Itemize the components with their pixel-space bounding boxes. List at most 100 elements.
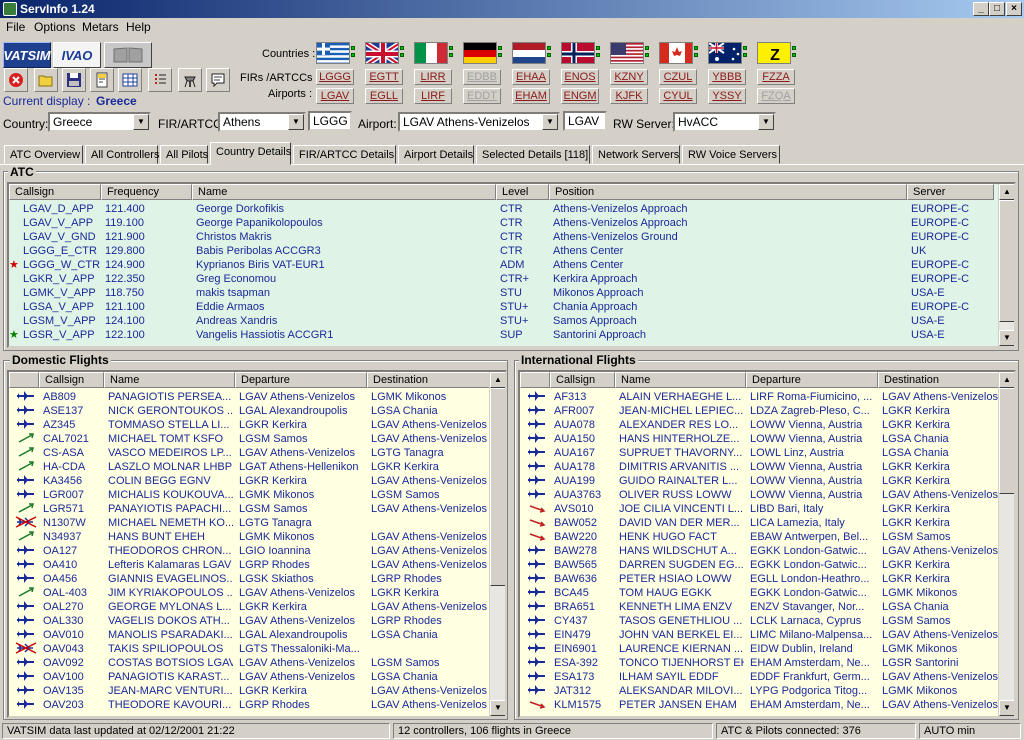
airport-button-engm[interactable]: ENGM: [561, 88, 599, 104]
international-header-icon[interactable]: [520, 372, 550, 388]
airport-button-eddt[interactable]: EDDT: [463, 88, 501, 104]
fir-button-enos[interactable]: ENOS: [561, 69, 599, 85]
international-row[interactable]: BAW278 HANS WILDSCHUT A... EGKK London-Gat…: [520, 544, 1000, 558]
flag-norway-icon[interactable]: [561, 42, 595, 64]
atc-row[interactable]: ★ LGSR_V_APP 122.100 Vangelis Hassiotis ACC…: [9, 328, 999, 342]
tab-network-servers[interactable]: Network Servers: [592, 145, 680, 164]
fir-button-egtt[interactable]: EGTT: [365, 69, 403, 85]
international-header-callsign[interactable]: Callsign: [550, 372, 615, 388]
book-button[interactable]: [104, 42, 152, 68]
domestic-row[interactable]: HA-CDA LASZLO MOLNAR LHBP LGAT Athens-Hell…: [9, 460, 489, 474]
domestic-row[interactable]: OAV135 JEAN-MARC VENTURI... LGKR Kerkira LG…: [9, 684, 489, 698]
atc-row[interactable]: LGAV_V_GND 121.900 Christos Makris CTR Athen…: [9, 230, 999, 244]
international-row[interactable]: AUA3763 OLIVER RUSS LOWW LOWW Vienna, Aust…: [520, 488, 1000, 502]
tab-airport-details[interactable]: Airport Details: [398, 145, 474, 164]
flag-canada-icon[interactable]: [659, 42, 693, 64]
international-row[interactable]: BAW636 PETER HSIAO LOWW EGLL London-Heathr…: [520, 572, 1000, 586]
open-button[interactable]: [34, 68, 58, 92]
domestic-row[interactable]: N34937 HANS BUNT EHEH LGMK Mikonos LGAV Ath…: [9, 530, 489, 544]
atc-row[interactable]: ★ LGGG_W_CTR 124.900 Kyprianos Biris VAT-EU…: [9, 258, 999, 272]
menu-options[interactable]: Options: [34, 20, 75, 34]
airport-select[interactable]: LGAV Athens-Venizelos ▼: [398, 112, 560, 132]
domestic-row[interactable]: CAL7021 MICHAEL TOMT KSFO LGSM Samos LGAV A…: [9, 432, 489, 446]
domestic-row[interactable]: OA410 Lefteris Kalamaras LGAV LGRP Rhodes L…: [9, 558, 489, 572]
chevron-down-icon[interactable]: ▼: [133, 114, 149, 130]
domestic-header-destination[interactable]: Destination: [367, 372, 491, 388]
scroll-down-arrow-icon[interactable]: ▼: [999, 700, 1014, 716]
domestic-row[interactable]: OAL-403 JIM KYRIAKOPOULOS ... LGAV Athens-…: [9, 586, 489, 600]
flag-usa-icon[interactable]: [610, 42, 644, 64]
atc-header-name[interactable]: Name: [192, 184, 496, 200]
maximize-button[interactable]: □: [989, 2, 1005, 16]
international-header-destination[interactable]: Destination: [878, 372, 1002, 388]
international-row[interactable]: AFR007 JEAN-MICHEL LEPIEC... LDZA Zagreb-P…: [520, 404, 1000, 418]
rw-server-select[interactable]: HvACC ▼: [673, 112, 776, 132]
airport-button-fzqa[interactable]: FZQA: [757, 88, 795, 104]
tab-selected-details-118[interactable]: Selected Details [118]: [476, 145, 590, 164]
tab-country-details[interactable]: Country Details: [210, 142, 291, 165]
domestic-row[interactable]: LGR571 PANAYIOTIS PAPACHI... LGSM Samos LGA…: [9, 502, 489, 516]
chevron-down-icon[interactable]: ▼: [288, 114, 304, 130]
domestic-header-icon[interactable]: [9, 372, 39, 388]
atc-row[interactable]: LGMK_V_APP 118.750 makis tsapman STU Mikonos…: [9, 286, 999, 300]
domestic-header-callsign[interactable]: Callsign: [39, 372, 104, 388]
airport-button-egll[interactable]: EGLL: [365, 88, 403, 104]
domestic-row[interactable]: AZ345 TOMMASO STELLA LI... LGKR Kerkira LGA…: [9, 418, 489, 432]
atc-header-server[interactable]: Server: [907, 184, 994, 200]
airport-button-eham[interactable]: EHAM: [512, 88, 550, 104]
international-row[interactable]: BAW052 DAVID VAN DER MER... LICA Lamezia, …: [520, 516, 1000, 530]
grid-button[interactable]: [118, 68, 142, 92]
international-row[interactable]: AUA078 ALEXANDER RES LO... LOWW Vienna, Au…: [520, 418, 1000, 432]
menu-file[interactable]: File: [6, 20, 25, 34]
atc-row[interactable]: LGSA_V_APP 121.100 Eddie Armaos STU+ Chania …: [9, 300, 999, 314]
domestic-row[interactable]: ASE137 NICK GERONTOUKOS ... LGAL Alexandro…: [9, 404, 489, 418]
tab-atc-overview[interactable]: ATC Overview: [4, 145, 83, 164]
airport-button-yssy[interactable]: YSSY: [708, 88, 746, 104]
domestic-row[interactable]: OAL330 VAGELIS DOKOS ATH... LGAV Athens-Ve…: [9, 614, 489, 628]
scroll-down-arrow-icon[interactable]: ▼: [490, 700, 505, 716]
domestic-row[interactable]: KA3456 COLIN BEGG EGNV LGKR Kerkira LGAV At…: [9, 474, 489, 488]
domestic-header-name[interactable]: Name: [104, 372, 235, 388]
international-row[interactable]: BAW220 HENK HUGO FACT EBAW Antwerpen, Bel.…: [520, 530, 1000, 544]
metar-button[interactable]: [90, 68, 114, 92]
atc-header-callsign[interactable]: Callsign: [9, 184, 101, 200]
fir-button-lirr[interactable]: LIRR: [414, 69, 452, 85]
vertical-scrollbar[interactable]: ▲ ▼: [998, 184, 1014, 346]
atc-row[interactable]: LGKR_V_APP 122.350 Greg Economou CTR+ Kerkir…: [9, 272, 999, 286]
international-row[interactable]: KLM1575 PETER JANSEN EHAM EHAM Amsterdam, …: [520, 698, 1000, 712]
title-bar[interactable]: ServInfo 1.24 _ □ ×: [0, 0, 1024, 18]
airport-code-field[interactable]: LGAV: [563, 111, 607, 131]
menu-metars[interactable]: Metars: [82, 20, 119, 34]
chevron-down-icon[interactable]: ▼: [542, 114, 558, 130]
domestic-row[interactable]: N1307W MICHAEL NEMETH KO... LGTG Tanagra: [9, 516, 489, 530]
vertical-scrollbar[interactable]: ▲ ▼: [489, 372, 505, 716]
international-row[interactable]: BCA45 TOM HAUG EGKK EGKK London-Gatwic... L…: [520, 586, 1000, 600]
scroll-up-arrow-icon[interactable]: ▲: [490, 372, 505, 388]
domestic-row[interactable]: OAV043 TAKIS SPILIOPOULOS LGTS Thessalonik…: [9, 642, 489, 656]
chat-button[interactable]: [206, 68, 230, 92]
atc-row[interactable]: LGAV_D_APP 121.400 George Dorkofikis CTR Ath…: [9, 202, 999, 216]
scroll-thumb[interactable]: [999, 388, 1014, 494]
fir-button-ehaa[interactable]: EHAA: [512, 69, 550, 85]
chevron-down-icon[interactable]: ▼: [758, 114, 774, 130]
country-select[interactable]: Greece ▼: [48, 112, 151, 132]
domestic-row[interactable]: OAV010 MANOLIS PSARADAKI... LGAL Alexandro…: [9, 628, 489, 642]
domestic-row[interactable]: CS-ASA VASCO MEDEIROS LP... LGAV Athens-Ve…: [9, 446, 489, 460]
fir-button-czul[interactable]: CZUL: [659, 69, 697, 85]
atc-row[interactable]: LGGG_E_CTR 129.800 Babis Peribolas ACCGR3 C…: [9, 244, 999, 258]
international-row[interactable]: EIN479 JOHN VAN BERKEL EI... LIMC Milano-M…: [520, 628, 1000, 642]
atc-header-position[interactable]: Position: [549, 184, 907, 200]
international-row[interactable]: AVS010 JOE CILIA VINCENTI L... LIBD Bari, …: [520, 502, 1000, 516]
international-row[interactable]: ESA173 ILHAM SAYIL EDDF EDDF Frankfurt, Ge…: [520, 670, 1000, 684]
airport-button-lirf[interactable]: LIRF: [414, 88, 452, 104]
scroll-thumb[interactable]: [490, 388, 505, 586]
atc-row[interactable]: LGSM_V_APP 124.100 Andreas Xandris STU+ Samo…: [9, 314, 999, 328]
atc-header-level[interactable]: Level: [496, 184, 549, 200]
international-row[interactable]: EIN6901 LAURENCE KIERNAN ... EIDW Dublin, …: [520, 642, 1000, 656]
domestic-row[interactable]: OA456 GIANNIS EVAGELINOS... LGSK Skiathos L…: [9, 572, 489, 586]
fir-button-kzny[interactable]: KZNY: [610, 69, 648, 85]
international-row[interactable]: CY437 TASOS GENETHLIOU ... LCLK Larnaca, C…: [520, 614, 1000, 628]
scroll-thumb[interactable]: [999, 200, 1014, 322]
domestic-row[interactable]: AB809 PANAGIOTIS PERSEA... LGAV Athens-Ven…: [9, 390, 489, 404]
domestic-row[interactable]: LGR007 MICHALIS KOUKOUVA... LGMK Mikonos LG…: [9, 488, 489, 502]
